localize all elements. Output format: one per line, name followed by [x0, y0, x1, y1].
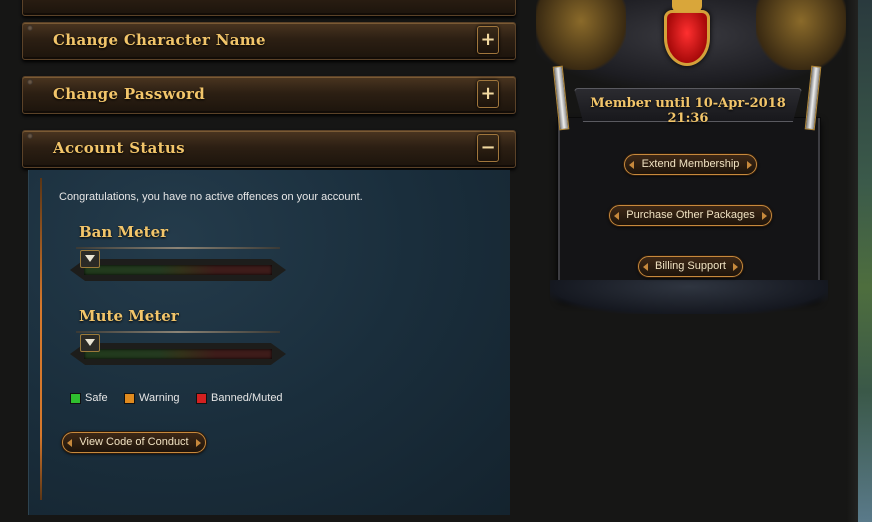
mute-meter-label: Mute Meter	[79, 307, 179, 325]
ban-meter	[70, 259, 286, 281]
ban-meter-marker	[80, 250, 102, 270]
mute-meter-marker	[80, 334, 102, 354]
meter-marker-icon	[80, 334, 100, 352]
dragon-icon	[536, 0, 626, 70]
legend-banned: Banned/Muted	[196, 392, 283, 404]
banned-swatch	[196, 392, 207, 404]
section-change-character-name[interactable]: Change Character Name +	[22, 22, 516, 60]
divider	[76, 247, 280, 249]
legend-safe: Safe	[70, 392, 108, 404]
panel-frame-ornament	[550, 280, 828, 314]
meter-marker-icon	[80, 250, 100, 268]
expand-icon[interactable]: +	[477, 80, 499, 108]
crown-icon	[672, 0, 702, 12]
section-change-password[interactable]: Change Password +	[22, 76, 516, 114]
section-title: Change Character Name	[53, 31, 266, 49]
membership-expiry: Member until 10-Apr-2018 21:36	[590, 96, 786, 126]
offence-status-text: Congratulations, you have no active offe…	[59, 191, 363, 203]
legend-warning: Warning	[124, 392, 180, 404]
collapse-icon[interactable]: −	[477, 134, 499, 162]
mute-meter	[70, 343, 286, 365]
legend-label: Warning	[139, 392, 180, 404]
expand-icon[interactable]: +	[477, 26, 499, 54]
triangle-down-icon	[85, 255, 95, 262]
legend-label: Safe	[85, 392, 108, 404]
rivet-icon	[27, 79, 33, 85]
shield-icon	[664, 10, 710, 66]
legend-label: Banned/Muted	[211, 392, 283, 404]
decorative-divider	[40, 178, 42, 500]
dragon-icon	[756, 0, 846, 70]
section-title: Change Password	[53, 85, 206, 103]
meter-track	[84, 349, 272, 359]
section-title: Account Status	[53, 139, 185, 157]
meter-track	[84, 265, 272, 275]
divider	[76, 331, 280, 333]
section-account-status[interactable]: Account Status −	[22, 130, 516, 168]
background-landscape	[858, 0, 872, 522]
ban-meter-label: Ban Meter	[79, 223, 169, 241]
collapsed-section-bar[interactable]	[22, 0, 516, 16]
triangle-down-icon	[85, 339, 95, 346]
rivet-icon	[27, 133, 33, 139]
rivet-icon	[27, 25, 33, 31]
landscape-edge	[846, 0, 858, 522]
billing-support-button[interactable]: Billing Support	[638, 256, 743, 277]
purchase-other-packages-button[interactable]: Purchase Other Packages	[609, 205, 772, 226]
view-code-of-conduct-button[interactable]: View Code of Conduct	[62, 432, 206, 453]
warning-swatch	[124, 392, 135, 404]
safe-swatch	[70, 392, 81, 404]
extend-membership-button[interactable]: Extend Membership	[624, 154, 757, 175]
